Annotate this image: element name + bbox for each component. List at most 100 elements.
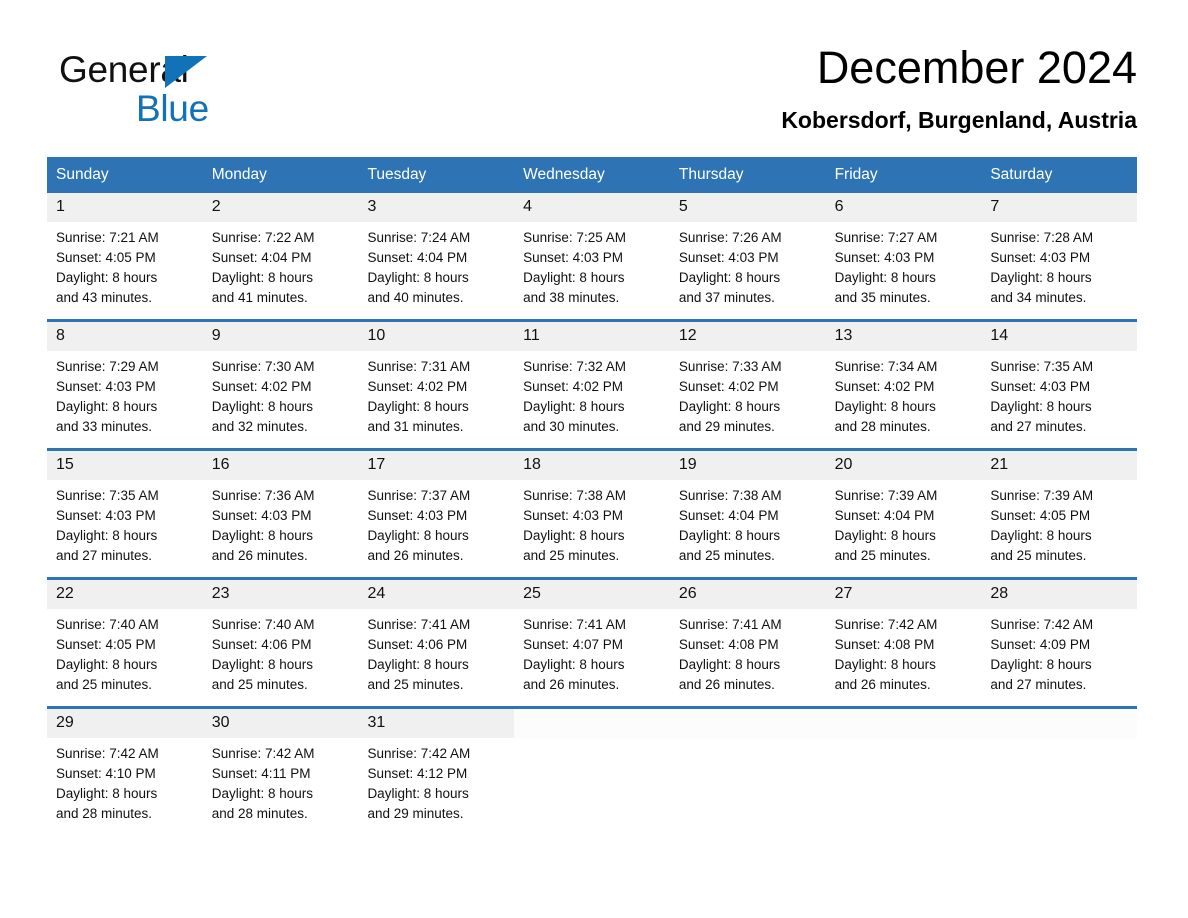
daylight-text-line1: Daylight: 8 hours [367, 657, 469, 672]
day-cell[interactable]: Sunrise: 7:36 AM Sunset: 4:03 PM Dayligh… [203, 480, 359, 565]
sunrise-text: Sunrise: 7:40 AM [211, 617, 315, 632]
weekday-header-wednesday: Wednesday [523, 166, 605, 183]
day-cell[interactable]: Sunrise: 7:38 AM Sunset: 4:04 PM Dayligh… [670, 480, 826, 565]
day-number[interactable]: 27 [825, 580, 982, 609]
day-number[interactable]: 23 [202, 580, 359, 609]
sunset-text: Sunset: 4:09 PM [990, 637, 1091, 652]
day-number[interactable]: 22 [47, 580, 203, 609]
week-daynum-row: 29 30 31 [47, 709, 1138, 738]
daylight-text-line2: and 27 minutes. [56, 548, 153, 563]
day-cell[interactable]: Sunrise: 7:38 AM Sunset: 4:03 PM Dayligh… [514, 480, 670, 565]
sunrise-text: Sunrise: 7:42 AM [56, 746, 159, 761]
day-cell[interactable]: Sunrise: 7:25 AM Sunset: 4:03 PM Dayligh… [514, 222, 670, 307]
daylight-text-line2: and 28 minutes. [834, 419, 931, 434]
day-cell[interactable]: Sunrise: 7:39 AM Sunset: 4:04 PM Dayligh… [826, 480, 982, 565]
daylight-text-line1: Daylight: 8 hours [990, 657, 1092, 672]
day-cell[interactable]: Sunrise: 7:27 AM Sunset: 4:03 PM Dayligh… [826, 222, 982, 307]
day-number[interactable]: 30 [202, 709, 359, 738]
day-number[interactable]: 9 [202, 322, 359, 351]
day-cell[interactable]: Sunrise: 7:42 AM Sunset: 4:10 PM Dayligh… [47, 738, 203, 823]
sunrise-text: Sunrise: 7:39 AM [834, 488, 938, 503]
day-number[interactable]: 28 [981, 580, 1138, 609]
day-cell[interactable]: Sunrise: 7:37 AM Sunset: 4:03 PM Dayligh… [358, 480, 514, 565]
day-number[interactable]: 31 [358, 709, 515, 738]
daylight-text-line1: Daylight: 8 hours [367, 528, 469, 543]
day-cell[interactable]: Sunrise: 7:39 AM Sunset: 4:05 PM Dayligh… [981, 480, 1137, 565]
day-cell[interactable]: Sunrise: 7:31 AM Sunset: 4:02 PM Dayligh… [358, 351, 514, 436]
day-number[interactable]: 14 [981, 322, 1138, 351]
day-number[interactable]: 11 [514, 322, 670, 351]
day-number[interactable]: 8 [47, 322, 203, 351]
sunset-text: Sunset: 4:10 PM [56, 766, 156, 781]
day-cell[interactable]: Sunrise: 7:28 AM Sunset: 4:03 PM Dayligh… [981, 222, 1137, 307]
day-number[interactable]: 29 [47, 709, 203, 738]
day-number[interactable]: 21 [981, 451, 1138, 480]
daylight-text-line2: and 33 minutes. [56, 419, 153, 434]
day-number[interactable]: 6 [825, 193, 982, 222]
daylight-text-line1: Daylight: 8 hours [990, 528, 1092, 543]
day-cell[interactable]: Sunrise: 7:42 AM Sunset: 4:12 PM Dayligh… [358, 738, 514, 823]
sunrise-text: Sunrise: 7:42 AM [367, 746, 471, 761]
day-cell[interactable]: Sunrise: 7:22 AM Sunset: 4:04 PM Dayligh… [203, 222, 359, 307]
daylight-text-line2: and 27 minutes. [990, 677, 1087, 692]
day-cell[interactable]: Sunrise: 7:21 AM Sunset: 4:05 PM Dayligh… [47, 222, 203, 307]
day-cell[interactable]: Sunrise: 7:40 AM Sunset: 4:05 PM Dayligh… [47, 609, 203, 694]
day-cell-empty [670, 738, 826, 823]
daylight-text-line2: and 26 minutes. [211, 548, 308, 563]
daylight-text-line1: Daylight: 8 hours [211, 528, 314, 543]
daylight-text-line2: and 26 minutes. [834, 677, 931, 692]
day-cell[interactable]: Sunrise: 7:41 AM Sunset: 4:06 PM Dayligh… [358, 609, 514, 694]
day-cell[interactable]: Sunrise: 7:40 AM Sunset: 4:06 PM Dayligh… [203, 609, 359, 694]
day-cell[interactable]: Sunrise: 7:42 AM Sunset: 4:11 PM Dayligh… [203, 738, 359, 823]
day-number[interactable]: 7 [981, 193, 1138, 222]
sunset-text: Sunset: 4:02 PM [834, 379, 935, 394]
day-cell[interactable]: Sunrise: 7:42 AM Sunset: 4:08 PM Dayligh… [826, 609, 982, 694]
day-cell[interactable]: Sunrise: 7:30 AM Sunset: 4:02 PM Dayligh… [203, 351, 359, 436]
week-daynum-row: 15 16 17 18 19 20 21 [47, 451, 1138, 480]
week-daynum-row: 22 23 24 25 26 27 28 [47, 580, 1138, 609]
day-number[interactable]: 10 [358, 322, 515, 351]
day-cell[interactable]: Sunrise: 7:33 AM Sunset: 4:02 PM Dayligh… [670, 351, 826, 436]
day-cell[interactable]: Sunrise: 7:41 AM Sunset: 4:07 PM Dayligh… [514, 609, 670, 694]
day-number[interactable]: 17 [358, 451, 515, 480]
day-number[interactable]: 19 [669, 451, 826, 480]
day-cell[interactable]: Sunrise: 7:26 AM Sunset: 4:03 PM Dayligh… [670, 222, 826, 307]
day-number[interactable]: 2 [202, 193, 359, 222]
day-cell[interactable]: Sunrise: 7:35 AM Sunset: 4:03 PM Dayligh… [47, 480, 203, 565]
day-cell[interactable]: Sunrise: 7:42 AM Sunset: 4:09 PM Dayligh… [981, 609, 1137, 694]
brand-logo[interactable]: General Blue [59, 48, 319, 129]
week-daynum-row: 8 9 10 11 12 13 14 [47, 322, 1138, 351]
daylight-text-line1: Daylight: 8 hours [56, 399, 158, 414]
sunrise-text: Sunrise: 7:36 AM [211, 488, 315, 503]
daylight-text-line2: and 32 minutes. [211, 419, 308, 434]
day-number[interactable]: 1 [47, 193, 203, 222]
day-number[interactable]: 20 [825, 451, 982, 480]
day-cell[interactable]: Sunrise: 7:34 AM Sunset: 4:02 PM Dayligh… [826, 351, 982, 436]
week-daynum-row: 1 2 3 4 5 6 7 [47, 193, 1138, 222]
sunrise-text: Sunrise: 7:25 AM [523, 230, 626, 245]
day-cell[interactable]: Sunrise: 7:29 AM Sunset: 4:03 PM Dayligh… [47, 351, 203, 436]
sunrise-text: Sunrise: 7:38 AM [678, 488, 782, 503]
day-cell[interactable]: Sunrise: 7:32 AM Sunset: 4:02 PM Dayligh… [514, 351, 670, 436]
sunrise-text: Sunrise: 7:21 AM [56, 230, 159, 245]
day-number[interactable]: 15 [47, 451, 203, 480]
daylight-text-line1: Daylight: 8 hours [56, 270, 158, 285]
day-number[interactable]: 18 [514, 451, 670, 480]
day-number[interactable]: 4 [514, 193, 670, 222]
day-cell[interactable]: Sunrise: 7:41 AM Sunset: 4:08 PM Dayligh… [670, 609, 826, 694]
day-number[interactable]: 13 [825, 322, 982, 351]
sunrise-text: Sunrise: 7:41 AM [678, 617, 782, 632]
sunrise-text: Sunrise: 7:30 AM [211, 359, 315, 374]
day-number[interactable]: 3 [358, 193, 515, 222]
daylight-text-line1: Daylight: 8 hours [367, 399, 469, 414]
sunset-text: Sunset: 4:11 PM [211, 766, 311, 781]
day-cell[interactable]: Sunrise: 7:35 AM Sunset: 4:03 PM Dayligh… [981, 351, 1137, 436]
day-number[interactable]: 26 [669, 580, 826, 609]
day-number[interactable]: 25 [514, 580, 670, 609]
day-number[interactable]: 12 [669, 322, 826, 351]
day-cell[interactable]: Sunrise: 7:24 AM Sunset: 4:04 PM Dayligh… [358, 222, 514, 307]
day-number[interactable]: 24 [358, 580, 515, 609]
day-number[interactable]: 16 [202, 451, 359, 480]
day-number[interactable]: 5 [669, 193, 826, 222]
daylight-text-line2: and 25 minutes. [834, 548, 931, 563]
